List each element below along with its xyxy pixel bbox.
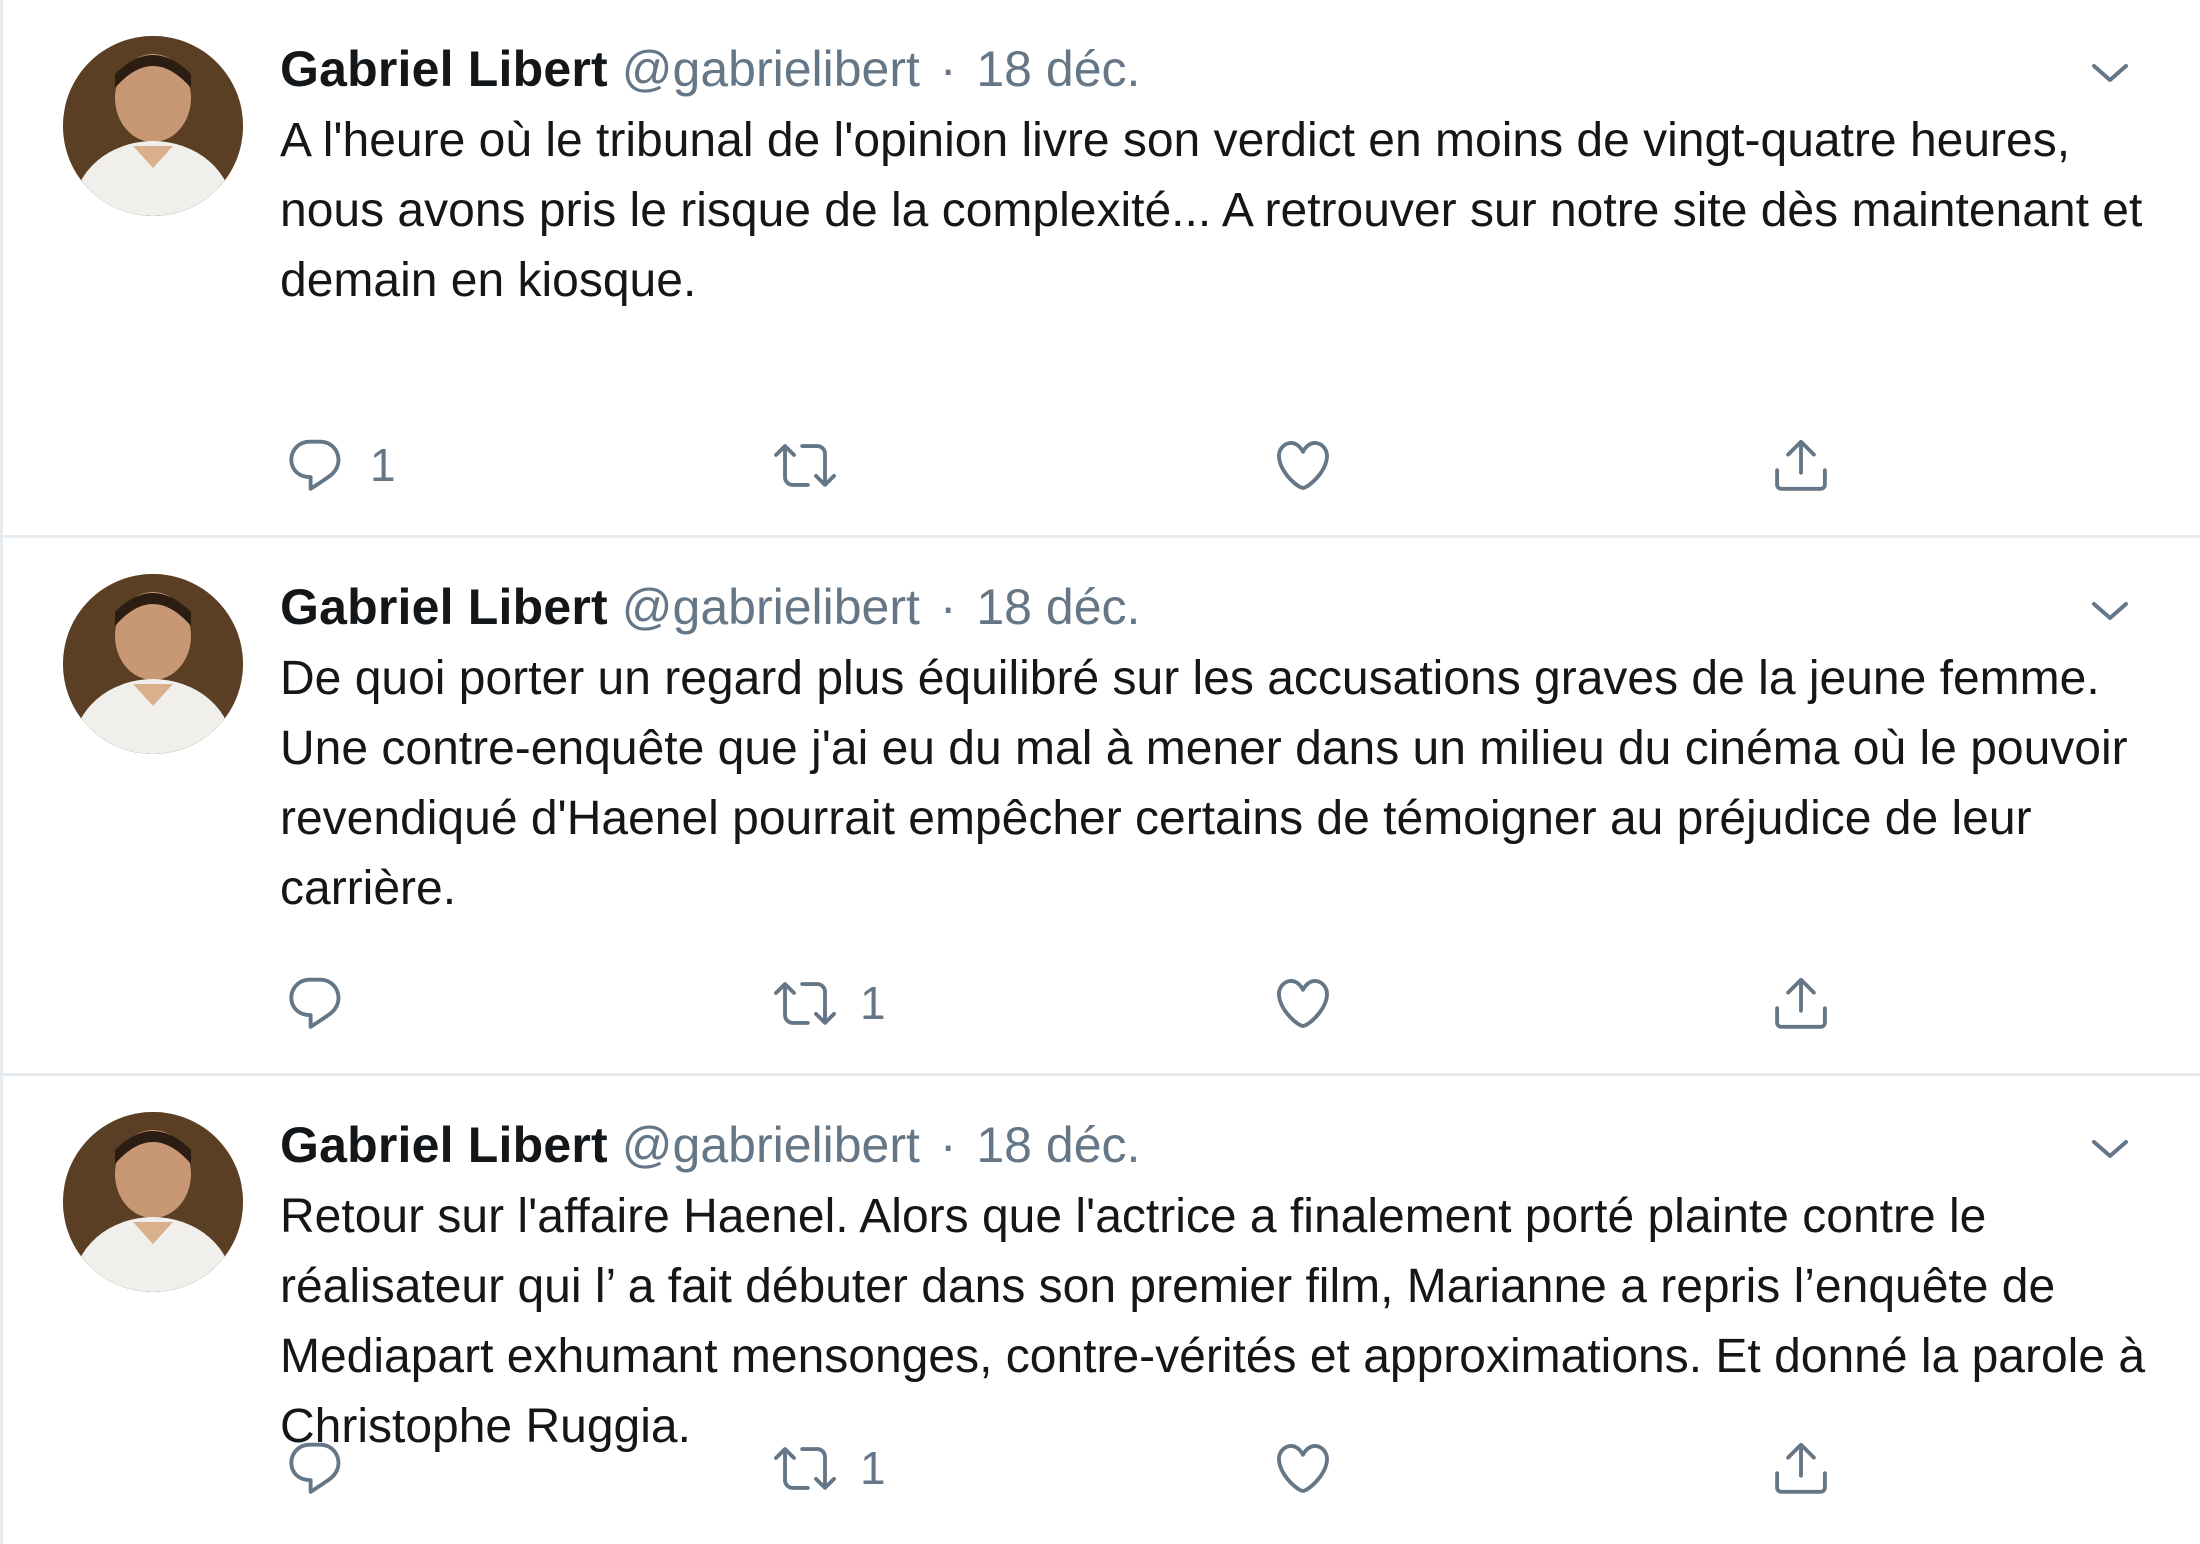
tweet[interactable]: Gabriel Libert @gabrielibert · 18 déc. D…	[3, 538, 2200, 1076]
retweet-icon	[774, 1447, 836, 1490]
tweet-date[interactable]: 18 déc.	[976, 41, 1140, 97]
chevron-down-icon[interactable]	[2080, 1128, 2140, 1168]
avatar[interactable]	[63, 1112, 243, 1292]
author-name[interactable]: Gabriel Libert	[280, 41, 608, 97]
reply-button[interactable]: 1	[284, 425, 396, 505]
reply-icon	[289, 1442, 341, 1494]
tweet-header: Gabriel Libert @gabrielibert · 18 déc.	[280, 572, 2140, 642]
tweet-header: Gabriel Libert @gabrielibert · 18 déc.	[280, 1110, 2140, 1180]
like-button[interactable]	[1272, 425, 1358, 505]
avatar[interactable]	[63, 574, 243, 754]
author-name[interactable]: Gabriel Libert	[280, 579, 608, 635]
share-icon	[1775, 1442, 1827, 1494]
share-button[interactable]	[1770, 425, 1832, 505]
reply-icon	[289, 439, 341, 491]
separator: ·	[939, 1117, 957, 1173]
tweet-actions: 1	[280, 1428, 2140, 1508]
tweet-header: Gabriel Libert @gabrielibert · 18 déc.	[280, 34, 2140, 104]
share-icon	[1775, 977, 1827, 1029]
like-button[interactable]	[1272, 1428, 1358, 1508]
chevron-down-icon[interactable]	[2080, 590, 2140, 630]
tweet[interactable]: Gabriel Libert @gabrielibert · 18 déc. R…	[3, 1076, 2200, 1538]
heart-icon	[1277, 979, 1329, 1028]
like-button[interactable]	[1272, 963, 1358, 1043]
separator: ·	[939, 579, 957, 635]
tweet[interactable]: Gabriel Libert @gabrielibert · 18 déc. A…	[3, 0, 2200, 538]
author-name[interactable]: Gabriel Libert	[280, 1117, 608, 1173]
timeline: Gabriel Libert @gabrielibert · 18 déc. A…	[0, 0, 2200, 1544]
reply-button[interactable]	[284, 1428, 370, 1508]
tweet-actions: 1	[280, 963, 2140, 1043]
heart-icon	[1277, 441, 1329, 490]
tweet-date[interactable]: 18 déc.	[976, 579, 1140, 635]
retweet-count: 1	[860, 1442, 886, 1494]
author-handle[interactable]: @gabrielibert	[622, 41, 920, 97]
retweet-count: 1	[860, 977, 886, 1029]
reply-button[interactable]	[284, 963, 370, 1043]
author-handle[interactable]: @gabrielibert	[622, 1117, 920, 1173]
retweet-button[interactable]	[774, 425, 860, 505]
tweet-date[interactable]: 18 déc.	[976, 1117, 1140, 1173]
share-button[interactable]	[1770, 1428, 1832, 1508]
tweet-actions: 1	[280, 425, 2140, 505]
tweet-text: A l'heure où le tribunal de l'opinion li…	[280, 114, 2143, 307]
separator: ·	[939, 41, 957, 97]
reply-icon	[289, 977, 341, 1029]
retweet-button[interactable]: 1	[774, 1428, 886, 1508]
avatar[interactable]	[63, 36, 243, 216]
author-handle[interactable]: @gabrielibert	[622, 579, 920, 635]
heart-icon	[1277, 1444, 1329, 1493]
retweet-icon	[774, 444, 836, 487]
retweet-button[interactable]: 1	[774, 963, 886, 1043]
chevron-down-icon[interactable]	[2080, 52, 2140, 92]
retweet-icon	[774, 982, 836, 1025]
reply-count: 1	[370, 439, 396, 491]
tweet-text: Retour sur l'affaire Haenel. Alors que l…	[280, 1190, 2146, 1453]
share-icon	[1775, 439, 1827, 491]
tweet-text: De quoi porter un regard plus équilibré …	[280, 652, 2128, 915]
share-button[interactable]	[1770, 963, 1832, 1043]
